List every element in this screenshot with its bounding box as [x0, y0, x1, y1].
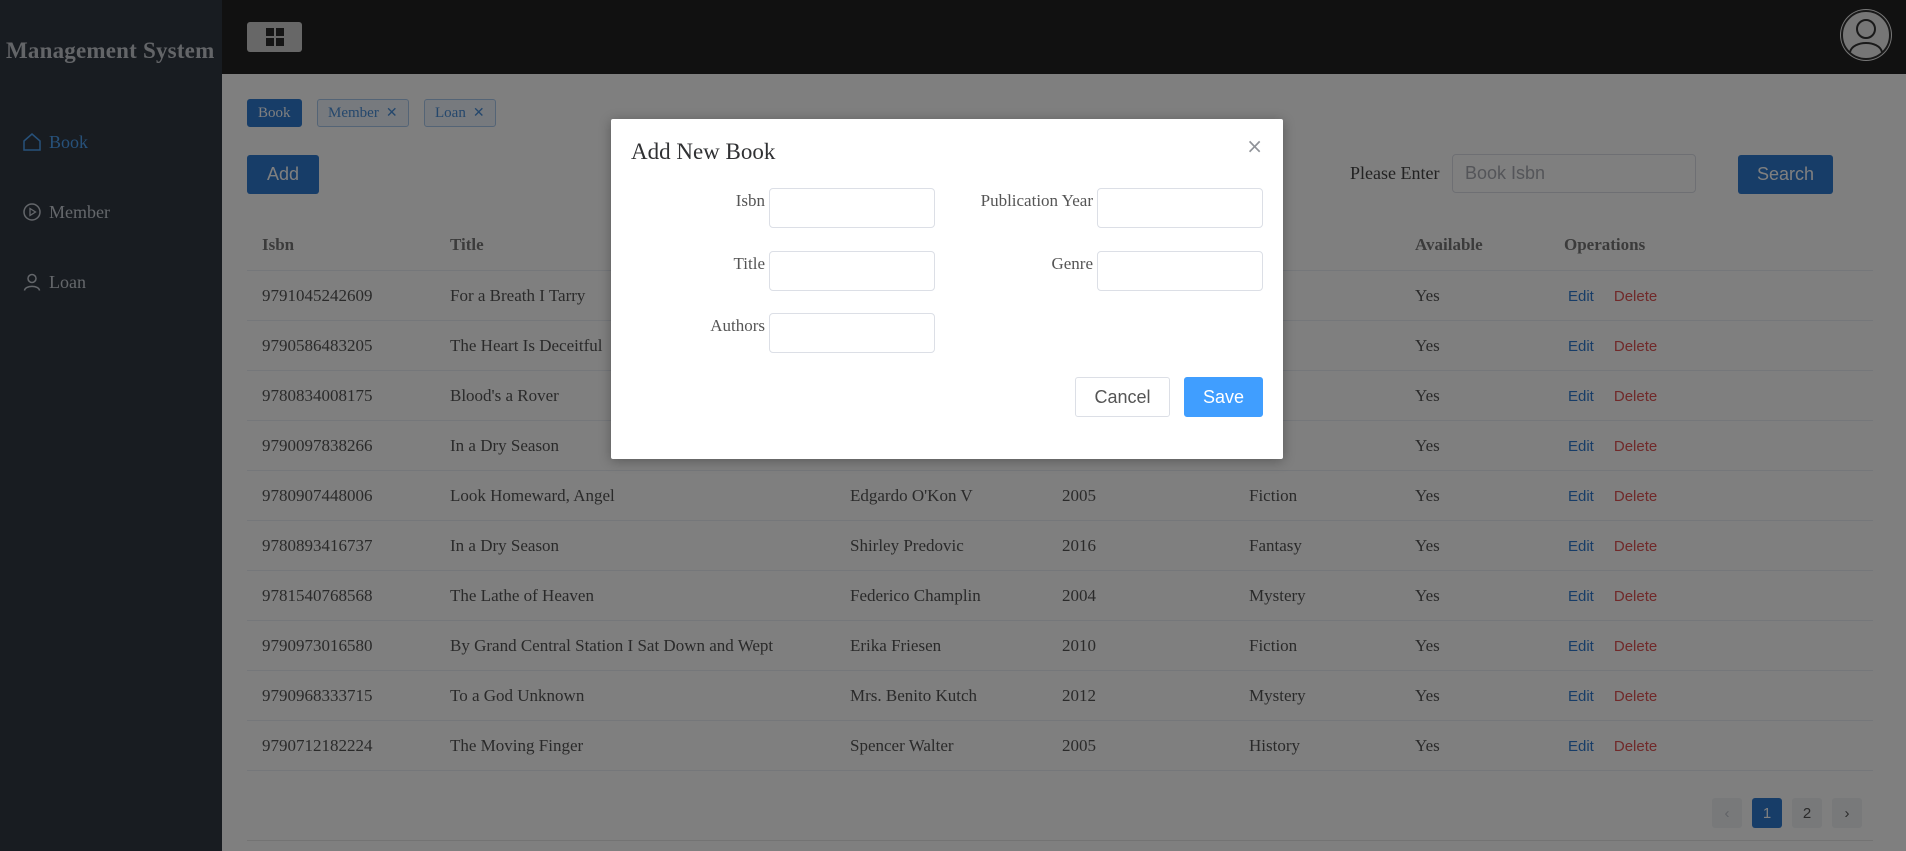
cancel-button[interactable]: Cancel: [1075, 377, 1170, 417]
genre-label: Genre: [1051, 254, 1093, 273]
isbn-label: Isbn: [735, 191, 765, 210]
close-icon[interactable]: ×: [1246, 134, 1263, 158]
publication-year-field[interactable]: [1097, 188, 1263, 228]
title-field[interactable]: [769, 251, 935, 291]
title-label: Title: [733, 254, 765, 273]
publication-year-label: Publication Year: [980, 191, 1093, 210]
isbn-field[interactable]: [769, 188, 935, 228]
authors-label: Authors: [710, 316, 765, 335]
genre-field[interactable]: [1097, 251, 1263, 291]
save-button[interactable]: Save: [1184, 377, 1263, 417]
dialog-title: Add New Book: [631, 139, 776, 164]
authors-field[interactable]: [769, 313, 935, 353]
add-book-dialog: Add New Book × Isbn Publication Year Tit…: [611, 119, 1283, 459]
